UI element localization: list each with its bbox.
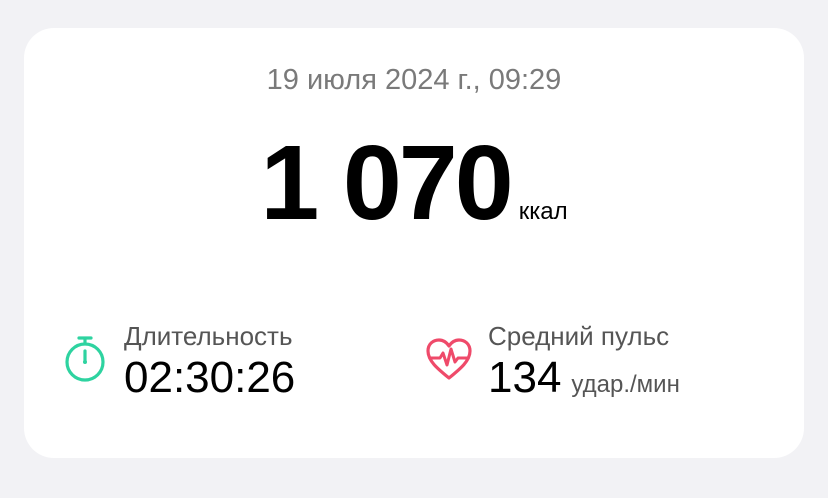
duration-label: Длительность [124, 321, 293, 351]
heart-pulse-icon [424, 334, 474, 384]
average-pulse-value-row: 134 удар./мин [488, 354, 680, 412]
calories-value: 1 070 [260, 124, 513, 242]
average-pulse-unit: удар./мин [571, 371, 680, 398]
duration-value-row: 02:30:26 [124, 354, 295, 412]
workout-summary-card: 19 июля 2024 г., 09:29 1 070 ккал Длитель… [24, 28, 804, 458]
stopwatch-icon [60, 334, 110, 384]
calories-unit: ккал [518, 198, 568, 225]
calories-block: 1 070 ккал [24, 128, 804, 238]
duration-value: 02:30:26 [124, 353, 296, 402]
average-pulse-label: Средний пульс [488, 321, 670, 351]
average-pulse-value: 134 [488, 353, 562, 402]
workout-date: 19 июля 2024 г., 09:29 [266, 64, 562, 96]
